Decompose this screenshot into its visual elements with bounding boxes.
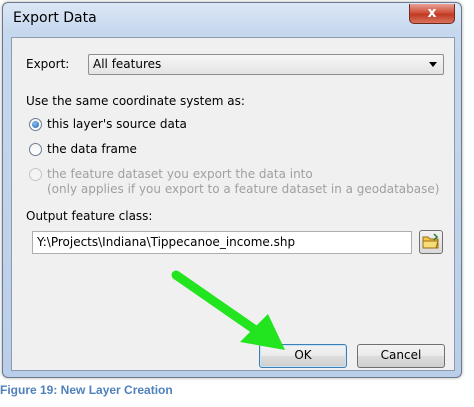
figure-caption: Figure 19: New Layer Creation: [0, 383, 173, 397]
green-arrow-icon: [171, 270, 285, 350]
